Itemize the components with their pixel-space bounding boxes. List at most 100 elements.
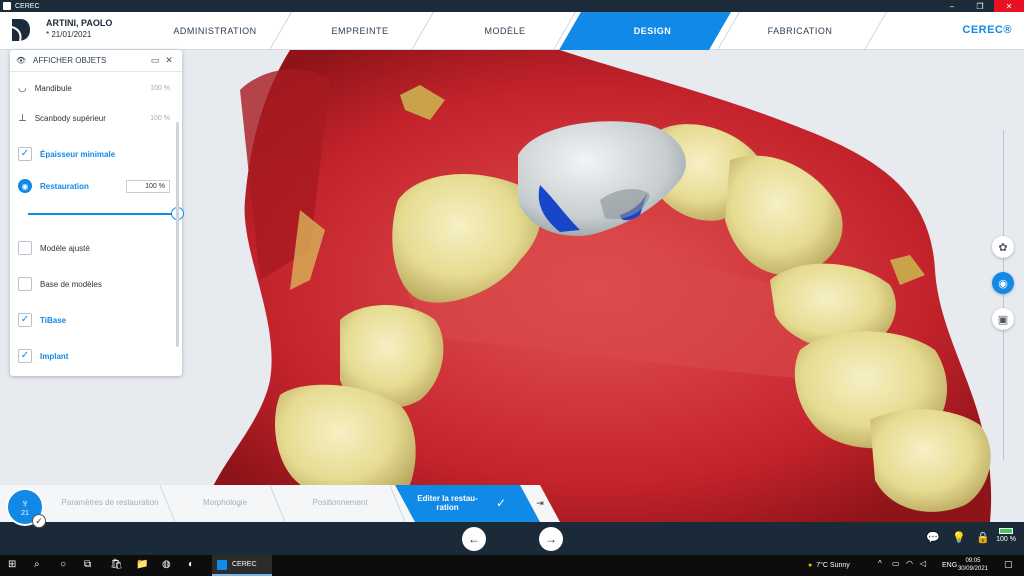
store-icon[interactable]: 🛍 (110, 559, 123, 570)
object-label: Épaisseur minimale (40, 149, 116, 159)
patient-info: ARTINI, PAOLO * 21/01/2021 (46, 18, 112, 39)
folder-icon[interactable]: 📁 (136, 559, 148, 570)
scanbody-icon: ⊥ (18, 112, 27, 124)
weather-text: 7°C Sunny (816, 562, 850, 569)
clock-date: 30/09/2021 (957, 565, 988, 572)
eye-icon: 👁 (16, 56, 27, 65)
weather-widget[interactable]: ● 7°C Sunny (808, 555, 850, 576)
task-view-icon[interactable]: ⧉ (84, 559, 91, 570)
window-title: CEREC (15, 2, 40, 10)
object-label: Restauration (40, 181, 89, 191)
objects-panel-header: 👁 AFFICHER OBJETS ▭ ✕ (10, 50, 182, 72)
pin-panel-icon[interactable]: ▭ (148, 55, 162, 66)
lightbulb-icon[interactable]: 💡 (952, 531, 966, 544)
step-editer-restauration[interactable]: Editer la restau- ration (410, 485, 485, 522)
tab-design[interactable]: DESIGN (580, 12, 725, 50)
objects-panel-title: AFFICHER OBJETS (33, 56, 107, 65)
next-step-button[interactable]: → (539, 527, 563, 551)
object-row-modele-ajuste[interactable]: Modèle ajusté (18, 238, 170, 258)
chrome-icon[interactable]: ◍ (162, 559, 171, 570)
object-label: Modèle ajusté (40, 243, 90, 253)
tab-modele[interactable]: MODÈLE (435, 12, 575, 50)
close-panel-icon[interactable]: ✕ (162, 55, 176, 66)
clock-time: 09:05 (965, 558, 981, 564)
search-icon[interactable]: ⌕ (34, 559, 40, 570)
object-label: Mandibule (34, 83, 72, 93)
show-objects-eye-icon[interactable]: ◉ (992, 272, 1014, 294)
dentsply-logo-icon (11, 19, 30, 42)
comment-icon[interactable]: 💬 (926, 531, 940, 544)
object-row-scanbody[interactable]: ⊥ Scanbody supérieur 100 % (18, 108, 170, 128)
view-options-icon[interactable]: ✿ (992, 236, 1014, 258)
tab-fabrication[interactable]: FABRICATION (730, 12, 870, 50)
panel-scrollbar[interactable] (176, 122, 179, 347)
network-icon[interactable]: ▭ (892, 559, 900, 568)
bottom-action-bar (0, 522, 1024, 555)
object-label: Implant (40, 351, 69, 361)
checkbox-unchecked[interactable] (18, 241, 32, 255)
step-check-icon: ✓ (495, 495, 507, 510)
checkbox-checked[interactable]: ✓ (18, 349, 32, 363)
tray-chevron-icon[interactable]: ^ (878, 559, 882, 568)
object-row-tibase[interactable]: ✓ TiBase (18, 310, 170, 330)
lock-icon[interactable]: 🔒 (976, 531, 990, 544)
screenshot-icon[interactable]: ▣ (992, 308, 1014, 330)
step-positionnement[interactable]: Positionnement (285, 485, 395, 522)
checkbox-unchecked[interactable] (18, 277, 32, 291)
object-opacity: 100 % (150, 84, 170, 92)
object-label: Base de modèles (40, 279, 102, 289)
tooth-icon: ◉ (18, 179, 32, 193)
windows-start-icon[interactable]: ⊞ (8, 559, 16, 570)
taskbar-app-cerec[interactable]: CEREC (212, 555, 272, 576)
object-label: TiBase (40, 315, 67, 325)
object-row-mandibule[interactable]: ◡ Mandibule 100 % (18, 78, 170, 98)
windows-taskbar: ⊞ ⌕ ○ ⧉ 🛍 📁 ◍ ◐ CEREC ● 7°C Sunny ^ ▭ ◠ … (0, 555, 1024, 576)
patient-name: ARTINI, PAOLO (46, 18, 113, 28)
wifi-icon[interactable]: ◠ (906, 559, 913, 568)
tab-empreinte[interactable]: EMPREINTE (290, 12, 430, 50)
tooth-selector[interactable]: ♆ 21 ✓ (6, 488, 46, 528)
cerec-app-icon (217, 559, 227, 570)
checkbox-checked[interactable]: ✓ (18, 147, 32, 161)
tooth-number: 21 (21, 509, 29, 517)
volume-icon[interactable]: ◁ (920, 559, 926, 568)
step-morphologie[interactable]: Morphologie (175, 485, 275, 522)
tab-administration[interactable]: ADMINISTRATION (150, 12, 280, 50)
object-row-implant[interactable]: ✓ Implant (18, 346, 170, 366)
header: ARTINI, PAOLO * 21/01/2021 ADMINISTRATIO… (0, 12, 1024, 50)
tooth-status-check-icon: ✓ (32, 514, 46, 528)
skip-to-end-icon[interactable]: ⇥ (530, 485, 550, 522)
object-row-epaisseur-minimale[interactable]: ✓ Épaisseur minimale (18, 144, 170, 164)
object-row-base-de-modeles[interactable]: Base de modèles (18, 274, 170, 294)
minimize-button[interactable]: – (938, 0, 966, 12)
window-titlebar: CEREC – ❐ ✕ (0, 0, 1024, 12)
battery-level: 100 % (996, 536, 1016, 543)
step-parametres[interactable]: Paramètres de restauration (60, 485, 160, 522)
taskbar-app-label: CEREC (232, 561, 257, 568)
object-label: Scanbody supérieur (34, 113, 106, 123)
cortana-icon[interactable]: ○ (60, 559, 66, 570)
close-window-button[interactable]: ✕ (994, 0, 1024, 12)
mandible-icon: ◡ (18, 82, 27, 94)
previous-step-button[interactable]: ← (462, 527, 486, 551)
design-steps-bar: Paramètres de restauration Morphologie P… (0, 485, 568, 522)
sun-icon: ● (808, 562, 813, 569)
taskbar-clock[interactable]: 09:05 30/09/2021 (958, 558, 988, 574)
notifications-icon[interactable]: ▢ (1004, 559, 1013, 570)
patient-dob: * 21/01/2021 (46, 30, 92, 39)
workflow-nav: ADMINISTRATION EMPREINTE MODÈLE DESIGN F… (150, 12, 910, 50)
cerec-brand: CEREC® (962, 24, 1012, 36)
restore-button[interactable]: ❐ (966, 0, 994, 12)
language-indicator[interactable]: ENG (942, 555, 957, 576)
restoration-opacity-input[interactable]: 100 % (126, 179, 170, 193)
objects-panel: 👁 AFFICHER OBJETS ▭ ✕ ◡ Mandibule 100 % … (10, 50, 184, 376)
edge-icon[interactable]: ◐ (188, 559, 194, 570)
object-row-restauration[interactable]: ◉ Restauration 100 % (18, 176, 170, 196)
restoration-opacity-slider[interactable] (28, 207, 184, 220)
tooth-icon: ♆ (20, 497, 30, 510)
checkbox-checked[interactable]: ✓ (18, 313, 32, 327)
battery-icon (999, 528, 1014, 534)
app-icon (3, 2, 11, 10)
language-label: ENG (942, 562, 958, 569)
right-tool-rail (1003, 130, 1004, 460)
